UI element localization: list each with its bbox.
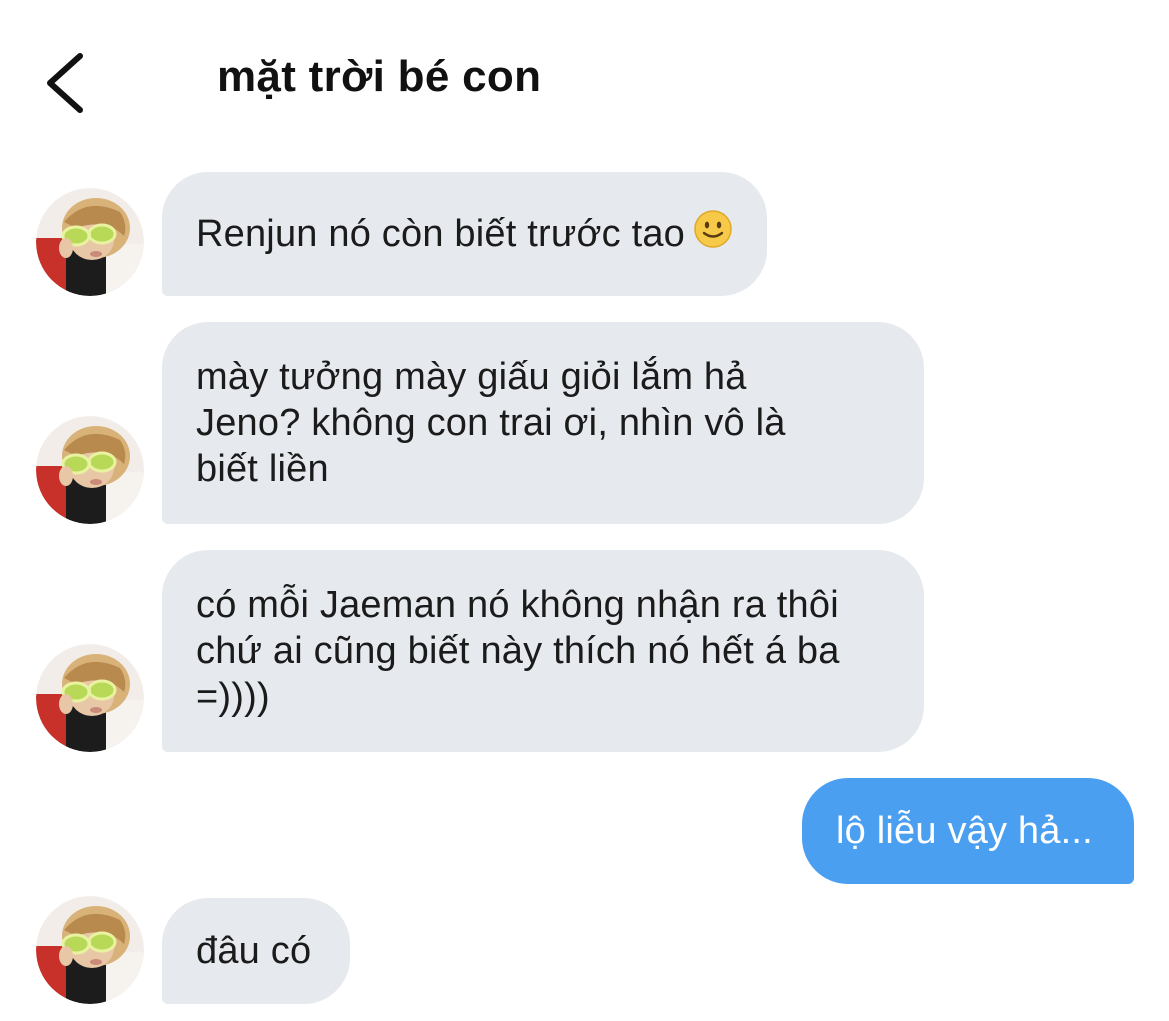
message-text: mày tưởng mày giấu giỏi lắm hả Jeno? khô… — [196, 356, 786, 490]
back-button[interactable] — [36, 48, 96, 118]
message-bubble-incoming[interactable]: đâu có — [162, 898, 350, 1004]
avatar[interactable] — [36, 896, 144, 1004]
message-text: Renjun nó còn biết trước tao — [196, 213, 686, 255]
message-bubble-incoming[interactable]: có mỗi Jaeman nó không nhận ra thôi chứ … — [162, 550, 924, 752]
message-text: có mỗi Jaeman nó không nhận ra thôi chứ … — [196, 584, 840, 718]
conversation-title: mặt trời bé con — [217, 52, 542, 101]
avatar[interactable] — [36, 416, 144, 524]
message-text: đâu có — [196, 930, 312, 972]
message-bubble-incoming[interactable]: mày tưởng mày giấu giỏi lắm hả Jeno? khô… — [162, 322, 924, 524]
chevron-left-icon — [47, 53, 83, 113]
slightly-smiling-face-icon — [693, 209, 733, 260]
avatar[interactable] — [36, 188, 144, 296]
chat-header: mặt trời bé con — [0, 0, 1169, 150]
avatar[interactable] — [36, 644, 144, 752]
message-bubble-outgoing[interactable]: lộ liễu vậy hả... — [802, 778, 1134, 884]
message-text: lộ liễu vậy hả... — [836, 810, 1093, 852]
message-bubble-incoming[interactable]: Renjun nó còn biết trước tao — [162, 172, 768, 296]
